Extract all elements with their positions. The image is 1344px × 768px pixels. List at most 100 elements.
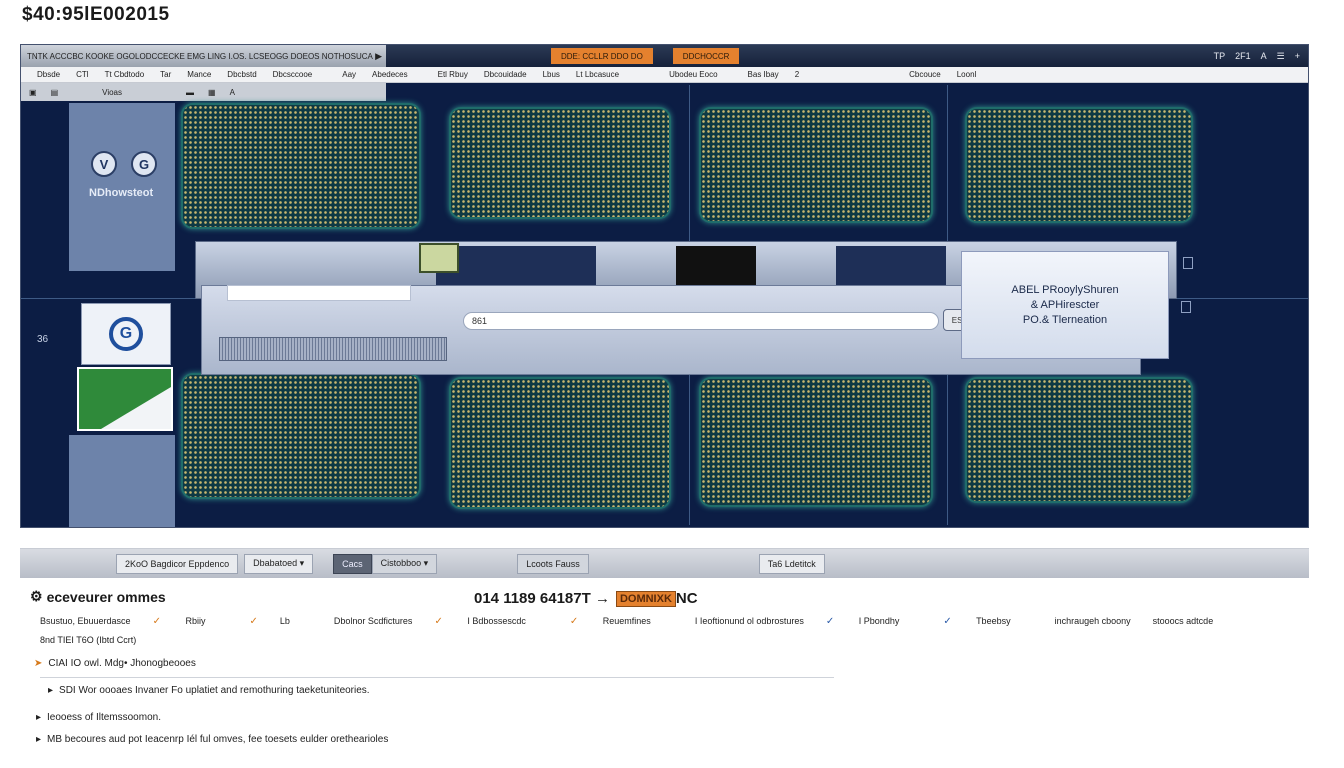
v-logo-icon[interactable]: V <box>91 151 117 177</box>
tab-orange-1[interactable]: DDE: CCLLR DDO DO <box>551 48 653 64</box>
menu-item[interactable]: CTl <box>76 70 88 79</box>
list-item[interactable]: ▸ SDI Wor oooaes Invaner Fo uplatiet and… <box>48 685 370 696</box>
section-heading: ⚙ eceveurer ommes <box>30 588 166 605</box>
list-item[interactable]: ➤ CIAI IO owl. Mdg• Jhonogbeooes <box>34 658 196 669</box>
menu-item[interactable]: Dbcbstd <box>227 70 256 79</box>
detail-item: Bsustuo, Ebuuerdasce <box>40 616 131 626</box>
menu-item[interactable]: Etl Rbuy <box>438 70 468 79</box>
toolbar-icon-4[interactable]: ▦ <box>208 88 216 97</box>
info-line: ABEL PRooylyShuren <box>1011 283 1119 296</box>
g-logo-icon[interactable]: G <box>131 151 157 177</box>
component-grid[interactable] <box>699 377 933 507</box>
toolbar-icon-3[interactable]: ▬ <box>186 88 194 97</box>
info-line: & APHirescter <box>1030 298 1100 311</box>
bullet-icon: ▸ <box>36 712 42 723</box>
component-grid[interactable] <box>181 373 421 499</box>
resize-handle[interactable] <box>1181 301 1191 313</box>
task-item[interactable]: Ta6 Ldetitck <box>758 553 825 574</box>
toolbar-icon-1[interactable]: ▣ <box>29 88 37 97</box>
resize-handle[interactable] <box>1183 257 1193 269</box>
menu-item[interactable]: Lbus <box>543 70 560 79</box>
detail-item[interactable]: ✓ Tbeebsy <box>943 616 1032 627</box>
menu-item[interactable]: Ubodeu Eoco <box>669 70 717 79</box>
window-control-3[interactable]: A <box>1261 51 1267 62</box>
menu-item[interactable]: Dbsde <box>37 70 60 79</box>
detail-item[interactable]: ✓ Reuemfines <box>570 616 673 627</box>
menu-item[interactable]: Tt Cbdtodo <box>105 70 145 79</box>
menu-item[interactable]: Dbcouidade <box>484 70 527 79</box>
app-window: TNTK ACCCBC KOOKE OGOLODCCECKE EMG LING … <box>20 44 1309 528</box>
menu-item[interactable]: Abedeces <box>372 70 408 79</box>
detail-item[interactable]: ✓ Lb <box>249 616 311 627</box>
divider-line <box>40 677 834 678</box>
green-app-tile[interactable] <box>77 367 173 431</box>
play-arrow-icon[interactable]: ▶ <box>375 51 382 62</box>
details-subline: 8nd TIEI T6O (Ibtd Ccrt) <box>40 635 137 645</box>
component-grid[interactable] <box>699 107 933 223</box>
component-grid[interactable] <box>965 377 1193 503</box>
page-title: $40:95lE002015 <box>22 4 170 25</box>
window-control-1[interactable]: TP <box>1214 51 1226 62</box>
window-controls: TP 2F1 A ☰ + <box>1214 51 1308 62</box>
gear-icon: ⚙ <box>30 588 43 604</box>
menu-item[interactable]: Aay <box>342 70 356 79</box>
tool-strip: ▣ ▤ Vioas ▬ ▦ A <box>21 83 386 101</box>
connector-strip <box>219 337 447 361</box>
window-control-2[interactable]: 2F1 <box>1235 51 1251 62</box>
check-icon: ✓ <box>825 616 835 627</box>
detail-item: inchraugeh cboony <box>1054 616 1131 626</box>
list-item[interactable]: ▸ MB becoures aud pot Ieacenrp Iél ful o… <box>36 734 388 745</box>
side-panel-brand: NDhowsteot <box>89 187 154 199</box>
detail-item: I Ieoftionund ol odbrostures <box>694 616 804 626</box>
component-grid[interactable] <box>181 103 421 229</box>
toolbar-icon-5[interactable]: A <box>230 88 235 97</box>
side-number: 36 <box>37 334 49 345</box>
menubar-left-group[interactable]: TNTK ACCCBC KOOKE OGOLODCCECKE EMG LING … <box>21 45 386 67</box>
side-panel: V G NDhowsteot <box>69 103 175 271</box>
menu-bar: Dbsde CTl Tt Cbdtodo Tar Mance Dbcbstd D… <box>21 67 1308 83</box>
toolbar-icon-2[interactable]: ▤ <box>51 88 59 97</box>
component-grid[interactable] <box>449 377 671 509</box>
info-panel: ABEL PRooylyShuren & APHirescter PO.& Tl… <box>961 251 1169 359</box>
folded-corner-icon <box>101 387 171 429</box>
menu-item[interactable]: 2 <box>795 70 799 79</box>
menu-item[interactable]: Tar <box>160 70 171 79</box>
search-input[interactable]: 861 <box>463 312 939 330</box>
task-item[interactable]: Cacs <box>333 553 372 574</box>
g-app-tile[interactable]: G <box>81 303 171 365</box>
task-bar: 2KoO Bagdicor Eppdenco Dbabatoed ▾ Cacs … <box>20 548 1309 578</box>
task-item[interactable]: Dbabatoed ▾ <box>244 553 314 574</box>
detail-item: Dbolnor Scdfictures <box>333 616 413 626</box>
menu-item[interactable]: Dbcsccooe <box>273 70 313 79</box>
menu-item[interactable]: Cbcouce <box>909 70 941 79</box>
bullet-icon: ▸ <box>48 685 54 696</box>
detail-item[interactable]: ✓ Rbiiy <box>153 616 228 627</box>
menu-item[interactable]: Loonl <box>957 70 977 79</box>
check-icon: ✓ <box>943 616 952 627</box>
toolbar-views[interactable]: Vioas <box>102 88 122 97</box>
component-grid[interactable] <box>449 107 671 219</box>
tab-orange-2[interactable]: DDCHOCCR <box>672 48 740 64</box>
side-panel-lower <box>69 435 175 527</box>
chip-icon[interactable] <box>419 243 459 273</box>
task-item[interactable]: 2KoO Bagdicor Eppdenco <box>116 553 239 574</box>
check-icon: ✓ <box>569 616 579 627</box>
menu-item[interactable]: Lt Lbcasuce <box>576 70 619 79</box>
task-item[interactable]: Lcoots Fauss <box>517 553 589 574</box>
task-item[interactable]: Cistobboo ▾ <box>371 553 438 574</box>
title-menubar: TNTK ACCCBC KOOKE OGOLODCCECKE EMG LING … <box>21 45 1308 67</box>
details-row: Bsustuo, Ebuuerdasce ✓ Rbiiy ✓ Lb Dbolnor… <box>40 616 1213 627</box>
badge-suffix: NC <box>675 590 698 607</box>
hamburger-icon[interactable]: ☰ <box>1277 51 1285 62</box>
component-grid[interactable] <box>965 107 1193 223</box>
menu-item[interactable]: Bas Ibay <box>748 70 779 79</box>
detail-item[interactable]: ✓ I Pbondhy <box>826 616 921 627</box>
chevron-icon: ➤ <box>34 658 43 669</box>
list-item[interactable]: ▸ Ieooess of Iltemssoomon. <box>36 712 161 723</box>
plus-icon[interactable]: + <box>1295 51 1300 62</box>
detail-item: stooocs adtcde <box>1152 616 1214 626</box>
menu-item[interactable]: Mance <box>187 70 211 79</box>
detail-item[interactable]: ✓ I Bdbossescdc <box>434 616 547 627</box>
check-icon: ✓ <box>434 616 443 627</box>
status-badge: DOMNIXK <box>615 590 676 607</box>
